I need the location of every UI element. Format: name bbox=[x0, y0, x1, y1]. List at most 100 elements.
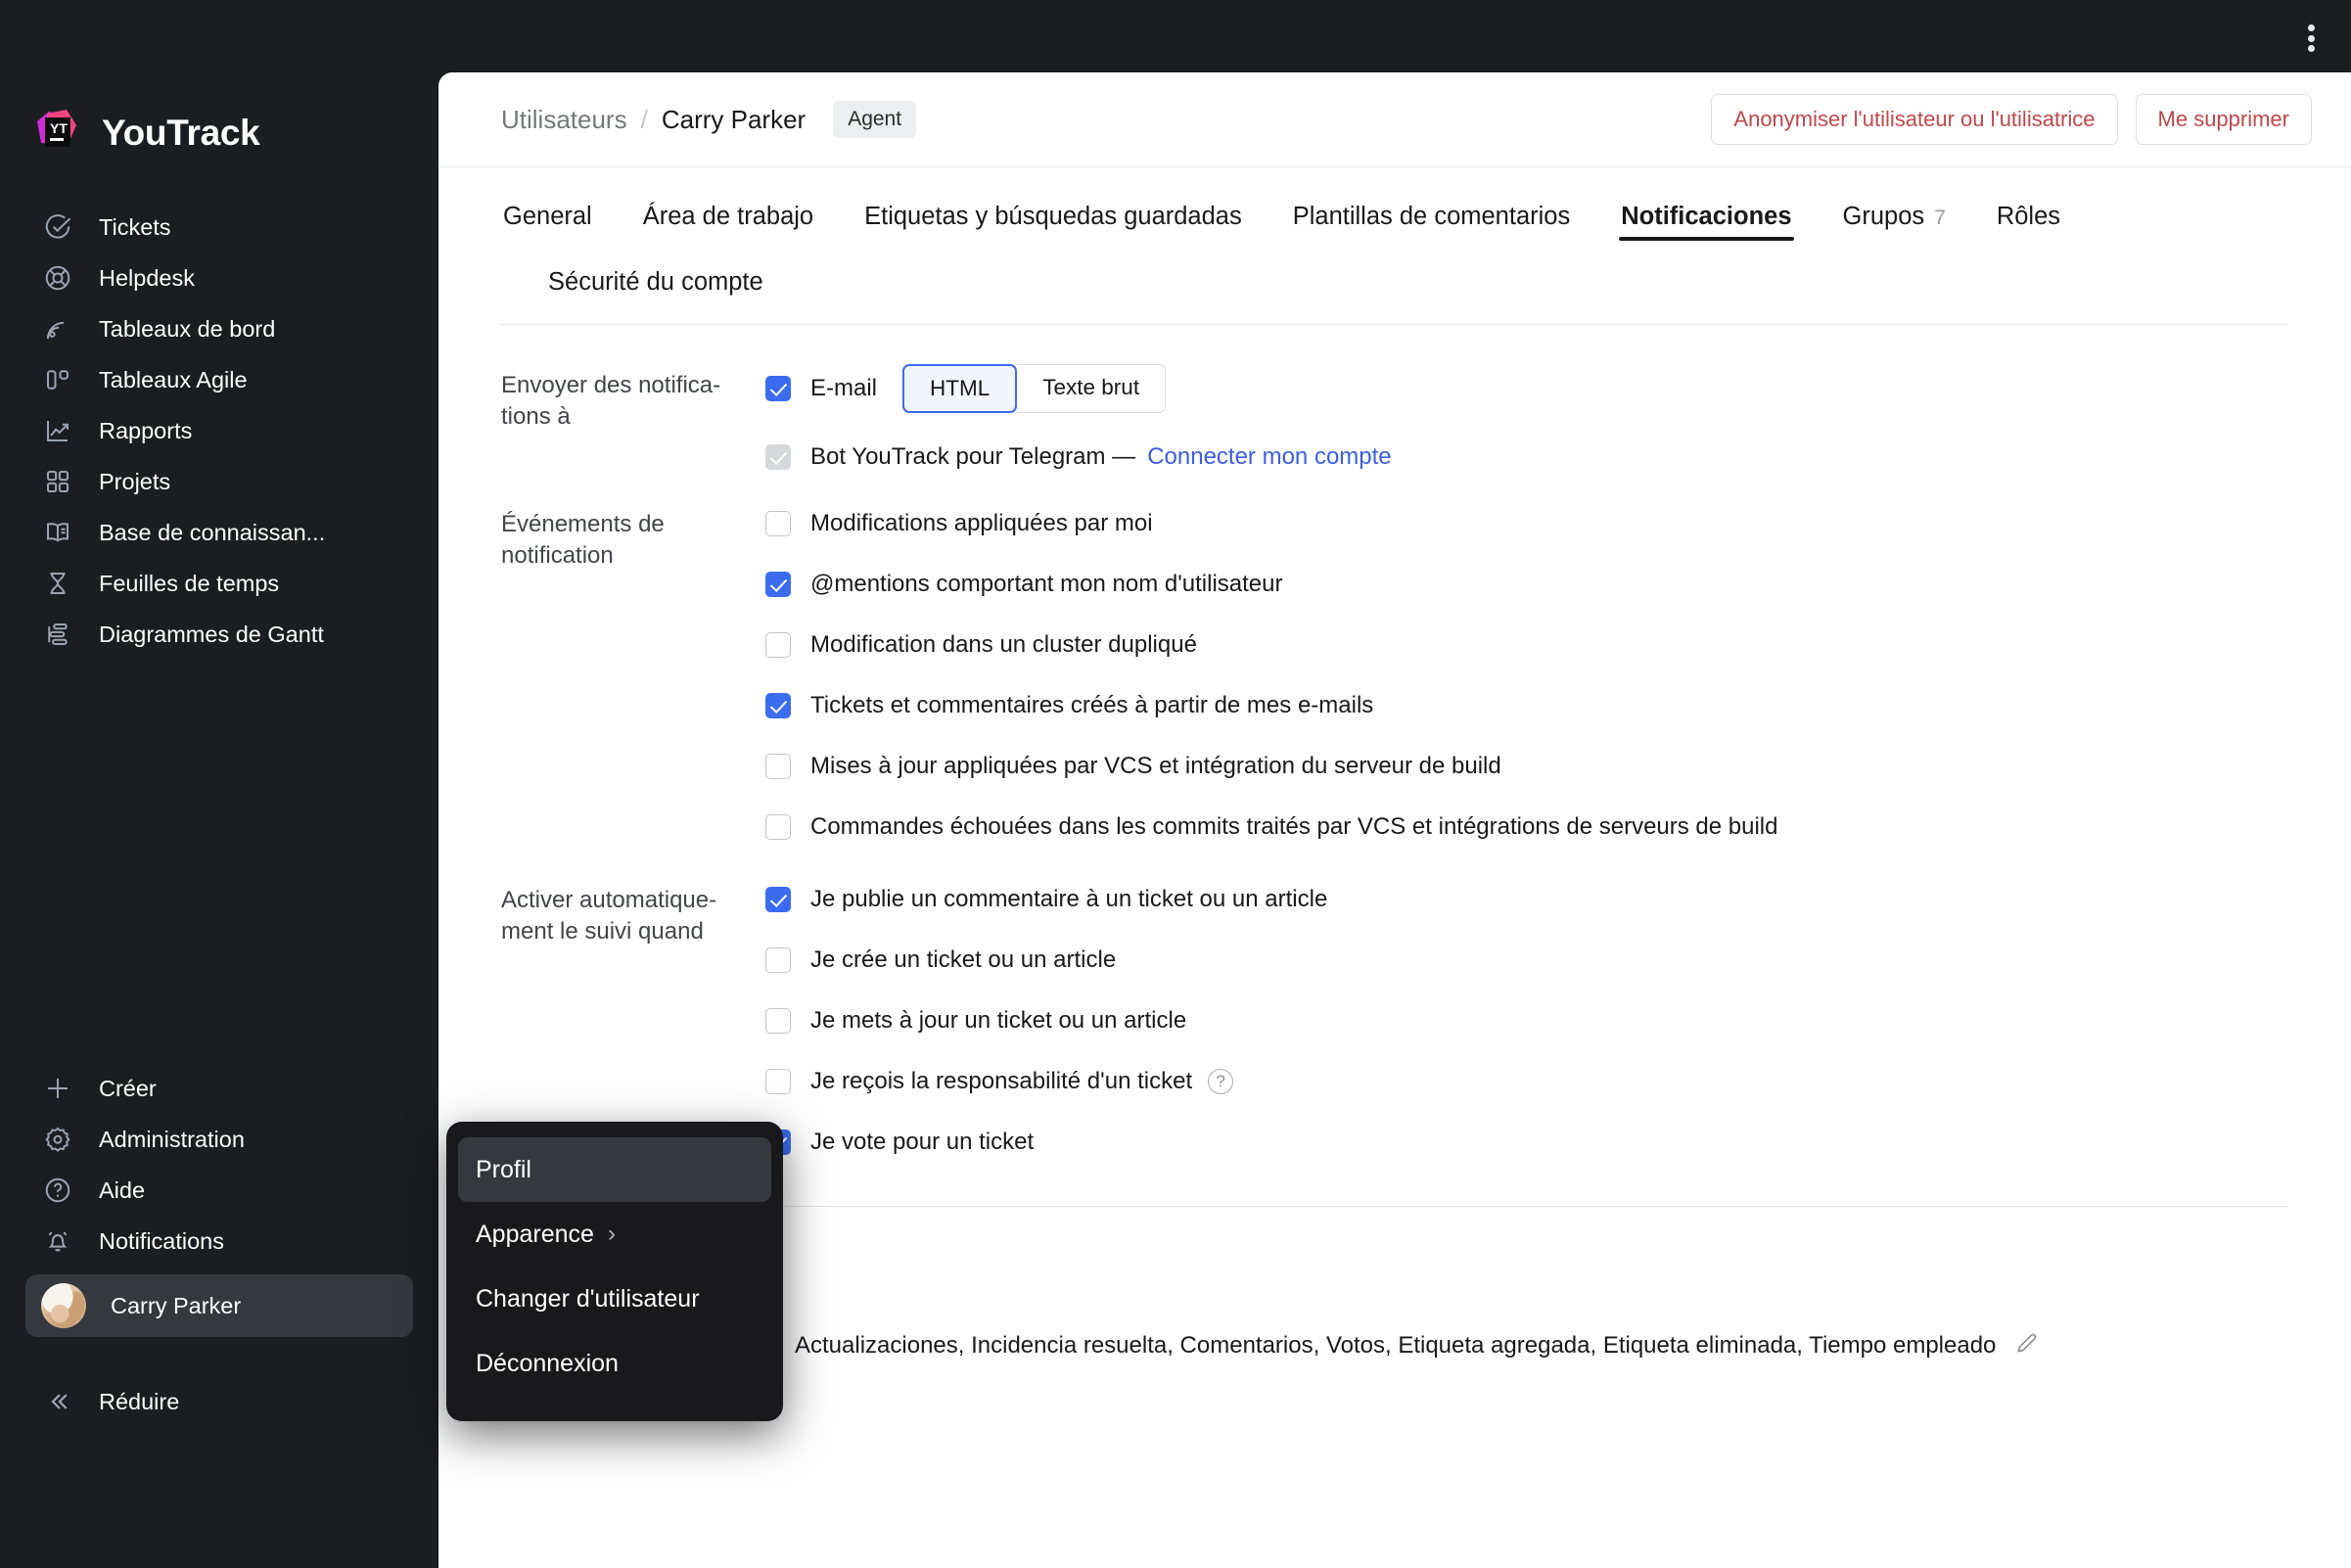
autotrack-label: Je publie un commentaire à un ticket ou … bbox=[810, 886, 1328, 912]
tab-general[interactable]: General bbox=[501, 195, 594, 249]
event-label: Tickets et commentaires créés à partir d… bbox=[810, 692, 1374, 718]
autotrack-label: Je crée un ticket ou un article bbox=[810, 946, 1117, 973]
menu-item-logout[interactable]: Déconnexion bbox=[458, 1331, 771, 1396]
lifebuoy-icon bbox=[41, 261, 74, 295]
event-checkbox[interactable] bbox=[765, 693, 791, 718]
checkbox-row: Mises à jour appliquées par VCS et intég… bbox=[765, 746, 2288, 787]
menu-item-label: Profil bbox=[476, 1155, 531, 1183]
avatar bbox=[41, 1283, 86, 1328]
sidebar-item-agile-boards[interactable]: Tableaux Agile bbox=[25, 354, 413, 405]
page-header: Utilisateurs / Carry Parker Agent Anonym… bbox=[438, 72, 2351, 166]
sidebar-item-label: Tickets bbox=[99, 213, 171, 240]
sidebar-item-tickets[interactable]: Tickets bbox=[25, 202, 413, 253]
event-label: Modifications appliquées par moi bbox=[810, 510, 1153, 536]
brand[interactable]: YT YouTrack bbox=[0, 72, 438, 166]
event-checkbox[interactable] bbox=[765, 632, 791, 658]
anonymize-user-button[interactable]: Anonymiser l'utilisateur ou l'utilisatri… bbox=[1711, 94, 2118, 145]
app-window: YT YouTrack Tickets Helpdesk Tableaux de… bbox=[0, 0, 2351, 1568]
field-notification-events: Événements de notification Modifications… bbox=[501, 503, 2288, 848]
sidebar-item-helpdesk[interactable]: Helpdesk bbox=[25, 253, 413, 303]
sidebar-item-dashboards[interactable]: Tableaux de bord bbox=[25, 303, 413, 354]
tab-groups[interactable]: Grupos 7 bbox=[1841, 195, 1948, 249]
field-send-notifications-to: Envoyer des notifica- tions à E-mail HTM… bbox=[501, 364, 2288, 478]
sidebar-user-name: Carry Parker bbox=[111, 1292, 242, 1318]
sidebar-item-label: Créer bbox=[99, 1075, 157, 1101]
youtrack-logo-icon: YT bbox=[27, 106, 82, 161]
sidebar-collapse-label: Réduire bbox=[99, 1388, 180, 1414]
sidebar-item-label: Feuilles de temps bbox=[99, 570, 280, 596]
tab-label: Grupos bbox=[1842, 203, 1925, 230]
checkbox-row: @mentions comportant mon nom d'utilisate… bbox=[765, 564, 2288, 605]
header-actions: Anonymiser l'utilisateur ou l'utilisatri… bbox=[1711, 94, 2312, 145]
user-context-menu: Profil Apparence › Changer d'utilisateur… bbox=[446, 1122, 783, 1421]
autotrack-checkbox[interactable] bbox=[765, 947, 791, 973]
dashboard-icon bbox=[41, 312, 74, 346]
event-checkbox[interactable] bbox=[765, 814, 791, 840]
menu-item-label: Apparence bbox=[476, 1220, 594, 1248]
email-option-row: E-mail HTML Texte brut bbox=[765, 364, 2288, 413]
breadcrumb-parent-link[interactable]: Utilisateurs bbox=[501, 105, 627, 135]
telegram-checkbox[interactable] bbox=[765, 444, 791, 470]
format-plain-text-button[interactable]: Texte brut bbox=[1017, 364, 1167, 413]
autotrack-checkbox[interactable] bbox=[765, 1069, 791, 1094]
sidebar-item-gantt-charts[interactable]: Diagrammes de Gantt bbox=[25, 609, 413, 660]
sidebar-item-administration[interactable]: Administration bbox=[25, 1114, 413, 1165]
book-icon bbox=[41, 516, 74, 549]
sidebar-item-create[interactable]: Créer bbox=[25, 1063, 413, 1114]
checkbox-row: Je vote pour un ticket bbox=[765, 1122, 2288, 1163]
event-checkbox[interactable] bbox=[765, 511, 791, 536]
tab-roles[interactable]: Rôles bbox=[1995, 195, 2062, 249]
autotrack-checkbox[interactable] bbox=[765, 887, 791, 912]
tab-notifications[interactable]: Notificaciones bbox=[1619, 195, 1794, 249]
autotrack-label: Je reçois la responsabilité d'un ticket bbox=[810, 1068, 1193, 1094]
sidebar-item-projects[interactable]: Projets bbox=[25, 456, 413, 507]
email-checkbox[interactable] bbox=[765, 376, 791, 401]
tab-tags-saved-searches[interactable]: Etiquetas y búsquedas guardadas bbox=[862, 195, 1244, 249]
event-label: Mises à jour appliquées par VCS et intég… bbox=[810, 753, 1501, 779]
notifications-form: Envoyer des notifica- tions à E-mail HTM… bbox=[438, 325, 2351, 1163]
pencil-icon[interactable] bbox=[2014, 1330, 2040, 1367]
event-checkbox[interactable] bbox=[765, 572, 791, 597]
question-circle-icon bbox=[41, 1174, 74, 1207]
kebab-menu-icon[interactable] bbox=[2296, 22, 2326, 55]
sidebar-item-user-profile[interactable]: Carry Parker bbox=[25, 1274, 413, 1337]
email-label: E-mail bbox=[810, 375, 878, 401]
tab-comment-templates[interactable]: Plantillas de comentarios bbox=[1291, 195, 1572, 249]
checkbox-row: Je publie un commentaire à un ticket ou … bbox=[765, 879, 2288, 920]
bell-icon bbox=[41, 1224, 74, 1258]
status-badge: Agent bbox=[833, 101, 917, 138]
field-label: Événements de notification bbox=[501, 511, 665, 570]
tab-account-security[interactable]: Sécurité du compte bbox=[546, 260, 765, 314]
sidebar-collapse-button[interactable]: Réduire bbox=[25, 1376, 413, 1427]
event-label: Modification dans un cluster dupliqué bbox=[810, 631, 1197, 658]
sidebar-item-notifications[interactable]: Notifications bbox=[25, 1216, 413, 1267]
sidebar-item-knowledge-base[interactable]: Base de connaissan... bbox=[25, 507, 413, 558]
agile-board-icon bbox=[41, 363, 74, 396]
autotrack-checkbox[interactable] bbox=[765, 1008, 791, 1034]
sidebar-item-help[interactable]: Aide bbox=[25, 1165, 413, 1216]
tab-workspace[interactable]: Área de trabajo bbox=[641, 195, 815, 249]
gear-icon bbox=[41, 1123, 74, 1156]
checkbox-row: Modification dans un cluster dupliqué bbox=[765, 624, 2288, 666]
menu-item-appearance[interactable]: Apparence › bbox=[458, 1202, 771, 1267]
delete-me-button[interactable]: Me supprimer bbox=[2135, 94, 2312, 145]
tab-label: Etiquetas y búsquedas guardadas bbox=[864, 203, 1242, 230]
sidebar-item-reports[interactable]: Rapports bbox=[25, 405, 413, 456]
check-circle-icon bbox=[41, 210, 74, 244]
menu-item-switch-user[interactable]: Changer d'utilisateur bbox=[458, 1267, 771, 1331]
sidebar-item-timesheets[interactable]: Feuilles de temps bbox=[25, 558, 413, 609]
field-label: Envoyer des notifica- tions à bbox=[501, 372, 721, 431]
chart-up-icon bbox=[41, 414, 74, 447]
help-icon[interactable]: ? bbox=[1208, 1069, 1234, 1094]
field-label: Activer automatique- ment le suivi quand bbox=[501, 887, 717, 945]
tab-label: Plantillas de comentarios bbox=[1292, 203, 1571, 230]
menu-item-profile[interactable]: Profil bbox=[458, 1137, 771, 1202]
menu-item-label: Changer d'utilisateur bbox=[476, 1284, 700, 1313]
telegram-label: Bot YouTrack pour Telegram — bbox=[810, 443, 1136, 470]
telegram-option-row: Bot YouTrack pour Telegram — Connecter m… bbox=[765, 437, 2288, 478]
tab-count: 7 bbox=[1934, 207, 1946, 229]
format-html-button[interactable]: HTML bbox=[902, 364, 1018, 413]
connect-account-link[interactable]: Connecter mon compte bbox=[1147, 443, 1391, 471]
event-checkbox[interactable] bbox=[765, 754, 791, 779]
sidebar-item-label: Tableaux Agile bbox=[99, 366, 248, 392]
